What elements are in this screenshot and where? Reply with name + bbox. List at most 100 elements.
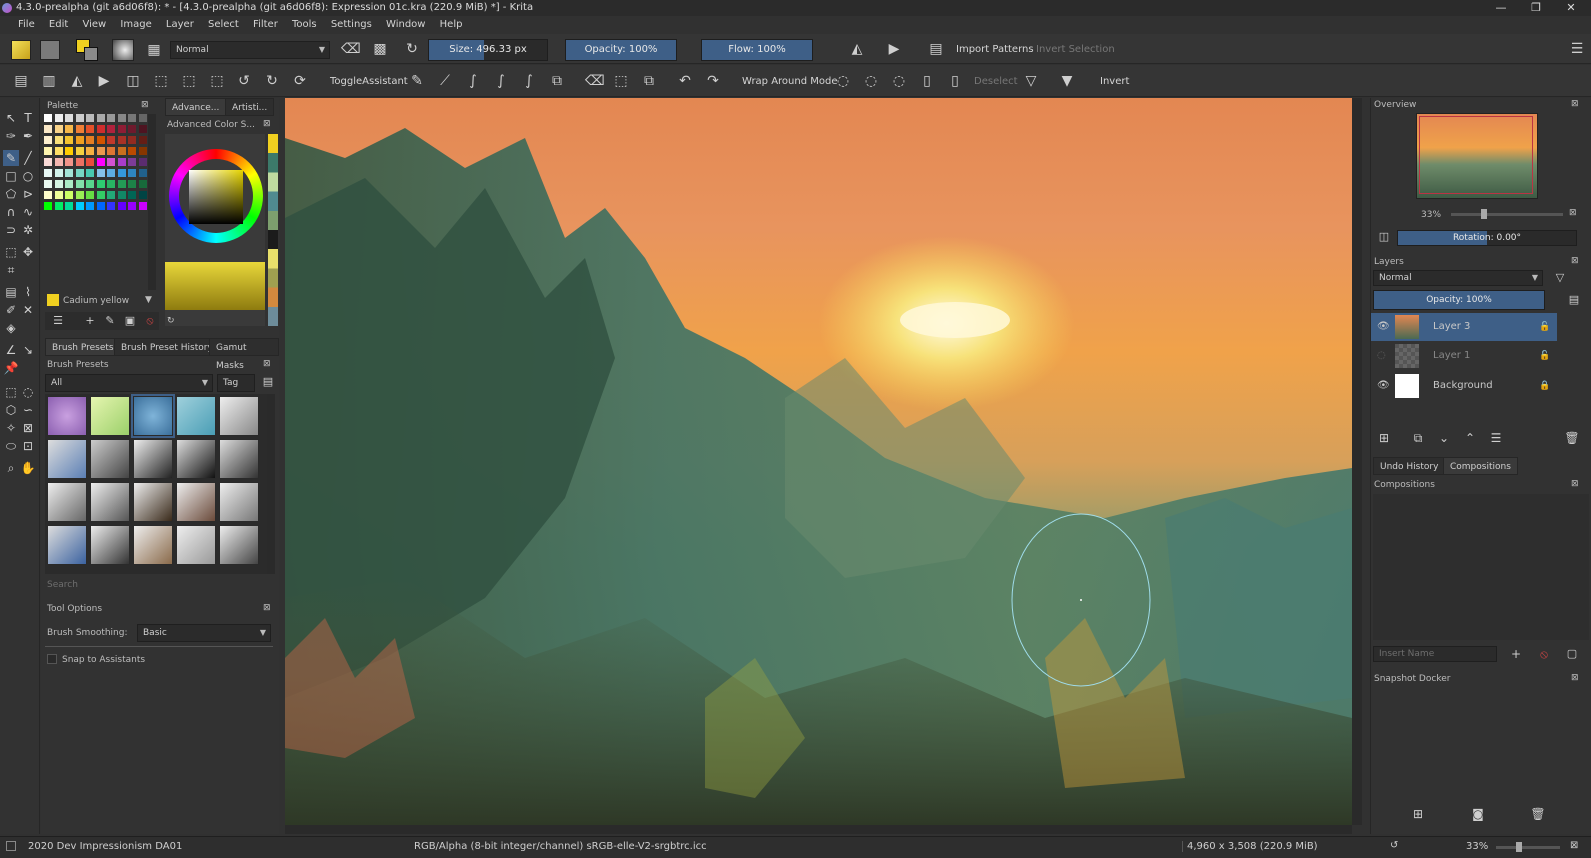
layer-menu-icon[interactable]: ☰ bbox=[1487, 430, 1505, 448]
palette-swatch[interactable] bbox=[44, 158, 52, 166]
palette-swatch[interactable] bbox=[65, 147, 73, 155]
polygon-icon[interactable]: ⬠ bbox=[3, 186, 19, 202]
crop-icon[interactable]: ⬚ bbox=[152, 73, 170, 91]
mirror-vertical-icon[interactable]: ▶ bbox=[885, 41, 903, 59]
mirror-canvas-icon[interactable]: ◭ bbox=[68, 73, 86, 91]
polyline-icon[interactable]: ⊳ bbox=[20, 186, 36, 202]
fit-page-icon[interactable]: ⊠ bbox=[1570, 840, 1578, 851]
undo-icon[interactable]: ↶ bbox=[676, 73, 694, 91]
palette-swatch[interactable] bbox=[75, 114, 84, 122]
select-polygon-icon[interactable]: ◌ bbox=[890, 73, 908, 91]
move-layer-down-icon[interactable]: ⌄ bbox=[1435, 430, 1453, 448]
brush-preset-tile[interactable] bbox=[176, 525, 216, 565]
palette-swatch[interactable] bbox=[107, 125, 115, 133]
transform-icon[interactable]: ⬚ bbox=[208, 73, 226, 91]
palette-swatch[interactable] bbox=[65, 191, 73, 199]
palette-swatch[interactable] bbox=[96, 136, 105, 144]
overview-zoom-handle[interactable] bbox=[1481, 209, 1487, 219]
palette-swatch[interactable] bbox=[75, 147, 84, 155]
invert-selection-button[interactable]: Invert Selection bbox=[1036, 44, 1115, 55]
snapshot-camera-icon[interactable]: ◙ bbox=[1469, 806, 1487, 824]
canvas-horizontal-scrollbar[interactable] bbox=[285, 825, 1352, 834]
tab-gamut-masks[interactable]: Gamut Masks bbox=[209, 338, 279, 371]
pan-tool-icon[interactable]: ✋ bbox=[20, 460, 36, 476]
palette-list-icon[interactable]: ☰ bbox=[49, 313, 67, 331]
brush-preset-tile[interactable] bbox=[133, 525, 173, 565]
palette-swatch[interactable] bbox=[128, 180, 136, 188]
page-icon[interactable]: ▯ bbox=[918, 73, 936, 91]
palette-swatch[interactable] bbox=[117, 180, 126, 188]
palette-swatch[interactable] bbox=[86, 136, 94, 144]
palette-swatch[interactable] bbox=[54, 180, 63, 188]
brush-preset-tile[interactable] bbox=[219, 439, 259, 479]
palette-swatch[interactable] bbox=[75, 202, 84, 210]
duplicate-layer-icon[interactable]: ⧉ bbox=[1409, 430, 1427, 448]
fill-icon[interactable]: ⬚ bbox=[612, 73, 630, 91]
palette-swatch[interactable] bbox=[75, 136, 84, 144]
calligraphy-icon[interactable]: ✒ bbox=[20, 128, 36, 144]
palette-swatch[interactable] bbox=[44, 202, 52, 210]
brush-preset-grid[interactable] bbox=[45, 394, 267, 574]
brush-preset-tile[interactable] bbox=[90, 482, 130, 522]
palette-swatch[interactable] bbox=[107, 158, 115, 166]
palette-swatch[interactable] bbox=[107, 191, 115, 199]
brush-editor-icon[interactable]: ▦ bbox=[145, 42, 163, 60]
menu-file[interactable]: File bbox=[18, 19, 35, 30]
palette-swatch[interactable] bbox=[86, 147, 94, 155]
canvas[interactable] bbox=[285, 98, 1352, 825]
select-circle-icon[interactable]: ◌ bbox=[834, 73, 852, 91]
palette-swatch[interactable] bbox=[44, 180, 52, 188]
tab-brush-preset-history[interactable]: Brush Preset History bbox=[114, 338, 220, 356]
rect-select-icon[interactable]: ⬚ bbox=[3, 384, 19, 400]
palette-swatch[interactable] bbox=[128, 147, 136, 155]
export-composition-icon[interactable]: ▢ bbox=[1563, 646, 1581, 664]
palette-swatch[interactable] bbox=[96, 114, 105, 122]
canvas-vertical-scrollbar[interactable] bbox=[1352, 98, 1362, 825]
palette-swatch[interactable] bbox=[54, 147, 63, 155]
eye-closed-icon[interactable]: ◌ bbox=[1377, 342, 1386, 370]
minimize-icon[interactable]: — bbox=[1486, 0, 1516, 16]
new-document-icon[interactable]: ▤ bbox=[12, 73, 30, 91]
smart-patch-icon[interactable]: ⧉ bbox=[548, 73, 566, 91]
painting[interactable] bbox=[285, 98, 1352, 825]
palette-swatch[interactable] bbox=[65, 114, 73, 122]
magnetic-select-icon[interactable]: ⊡ bbox=[20, 438, 36, 454]
tag-combo[interactable]: Tag bbox=[217, 374, 255, 392]
rotate-left-icon[interactable]: ↺ bbox=[235, 73, 253, 91]
measure-icon[interactable]: ∠ bbox=[3, 342, 19, 358]
brush-preset-tile[interactable] bbox=[133, 482, 173, 522]
palette-swatch[interactable] bbox=[96, 202, 105, 210]
palette-swatch[interactable] bbox=[65, 136, 73, 144]
palette-swatch[interactable] bbox=[138, 136, 147, 144]
color-selector-area[interactable]: ↻ bbox=[165, 134, 265, 326]
palette-swatch[interactable] bbox=[107, 202, 115, 210]
palette-swatch[interactable] bbox=[107, 169, 115, 177]
eye-icon[interactable]: 👁 bbox=[1377, 372, 1390, 400]
select-ellipse-icon[interactable]: ◌ bbox=[862, 73, 880, 91]
shade-selector[interactable] bbox=[165, 262, 265, 310]
palette-swatch[interactable] bbox=[44, 114, 52, 122]
tab-brush-presets[interactable]: Brush Presets bbox=[45, 338, 121, 356]
palette-swatch[interactable] bbox=[117, 147, 126, 155]
opacity-slider[interactable]: Opacity: 100% bbox=[565, 39, 677, 61]
menu-layer[interactable]: Layer bbox=[166, 19, 194, 30]
line-icon[interactable]: ╱ bbox=[20, 150, 36, 166]
line-tool-icon[interactable]: ⟋ bbox=[436, 73, 454, 91]
brush-scrollbar[interactable] bbox=[267, 394, 275, 574]
palette-swatch[interactable] bbox=[54, 114, 63, 122]
move-layer-up-icon[interactable]: ⌃ bbox=[1461, 430, 1479, 448]
menu-tools[interactable]: Tools bbox=[292, 19, 317, 30]
brush-preset-tile[interactable] bbox=[176, 396, 216, 436]
advanced-color-close-icon[interactable]: ⊠ bbox=[263, 119, 271, 129]
palette-swatch[interactable] bbox=[86, 125, 94, 133]
snap-checkbox[interactable] bbox=[47, 654, 57, 664]
palette-swatch[interactable] bbox=[65, 202, 73, 210]
freehand-path-icon[interactable]: ∿ bbox=[20, 204, 36, 220]
select-area-icon[interactable]: ⬚ bbox=[180, 73, 198, 91]
menu-settings[interactable]: Settings bbox=[331, 19, 372, 30]
palette-swatch[interactable] bbox=[96, 147, 105, 155]
layer-name[interactable]: Layer 1 bbox=[1433, 342, 1470, 370]
move-tool-icon[interactable]: ✥ bbox=[20, 244, 36, 260]
palette-swatch[interactable] bbox=[44, 169, 52, 177]
edit-swatch-icon[interactable]: ✎ bbox=[101, 313, 119, 331]
